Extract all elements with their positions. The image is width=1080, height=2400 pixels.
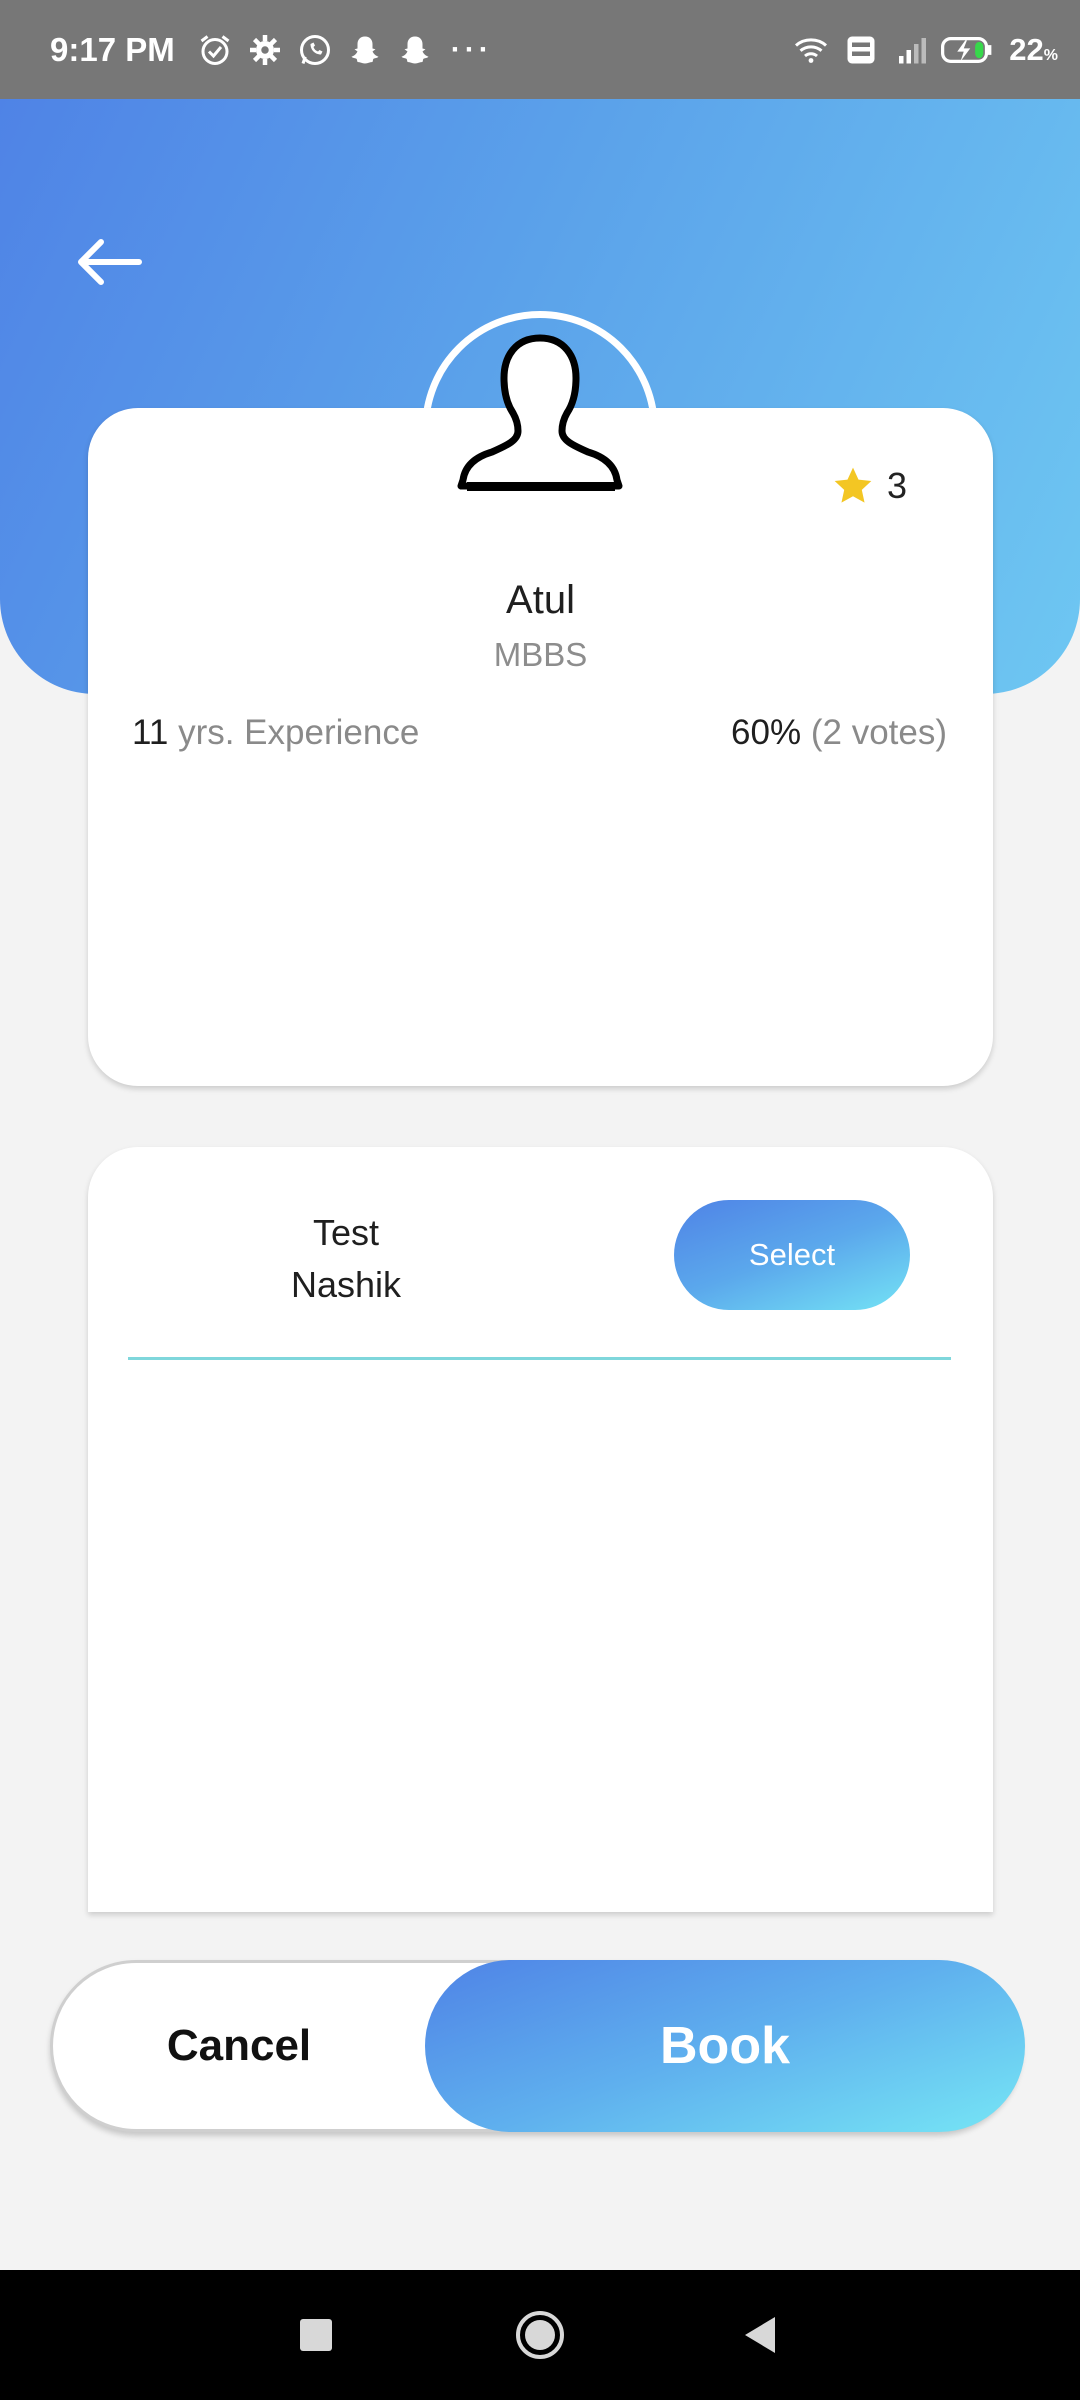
nav-back-button[interactable] (700, 2270, 820, 2400)
votes: 60% (2 votes) (731, 713, 947, 753)
battery-charging-icon (939, 28, 995, 72)
experience-years: 11 (132, 713, 169, 752)
snapchat-icon (393, 28, 437, 72)
home-button[interactable] (480, 2270, 600, 2400)
back-button[interactable] (68, 232, 148, 292)
back-arrow-icon (78, 239, 142, 285)
back-icon (745, 2317, 775, 2353)
navigation-bar (0, 2270, 1080, 2400)
wifi-icon (789, 28, 833, 72)
select-clinic-button[interactable]: Select (674, 1200, 910, 1310)
more-notifications-icon: ··· (450, 32, 493, 66)
star-icon (834, 467, 872, 503)
rating-value: 3 (886, 465, 907, 506)
clinic-divider (128, 1357, 951, 1360)
recents-button[interactable] (256, 2270, 376, 2400)
clinic-name: Test (312, 1212, 380, 1253)
vote-count: (2 votes) (810, 713, 947, 752)
status-left: 9:17 PM ··· (50, 28, 493, 72)
status-time: 9:17 PM (50, 30, 175, 68)
status-bar: 9:17 PM ··· 22% (0, 0, 1080, 99)
action-bar: Cancel Book (50, 1960, 1025, 2132)
doctor-name: Atul (506, 578, 575, 622)
vote-percent: 60% (731, 713, 802, 752)
whatsapp-icon (293, 28, 337, 72)
doctor-degree: MBBS (493, 636, 588, 673)
home-icon (516, 2311, 564, 2359)
clinic-city: Nashik (290, 1264, 402, 1305)
snapchat-icon (343, 28, 387, 72)
settings-icon (243, 28, 287, 72)
alarm-icon (193, 28, 237, 72)
volte-icon (839, 28, 883, 72)
recents-icon (300, 2319, 332, 2351)
clinic-card: Test Nashik Select (88, 1147, 993, 1912)
book-button[interactable]: Book (425, 1960, 1025, 2132)
status-right: 22% (789, 28, 1058, 72)
experience-label: yrs. Experience (178, 713, 420, 752)
clinic-info: Test Nashik (256, 1207, 436, 1311)
cancel-button[interactable]: Cancel (53, 1963, 425, 2129)
experience: 11 yrs. Experience (132, 713, 419, 753)
avatar-icon (457, 334, 623, 491)
signal-icon (889, 28, 933, 72)
rating: 3 (831, 464, 907, 508)
battery-level: 22% (1009, 31, 1058, 67)
